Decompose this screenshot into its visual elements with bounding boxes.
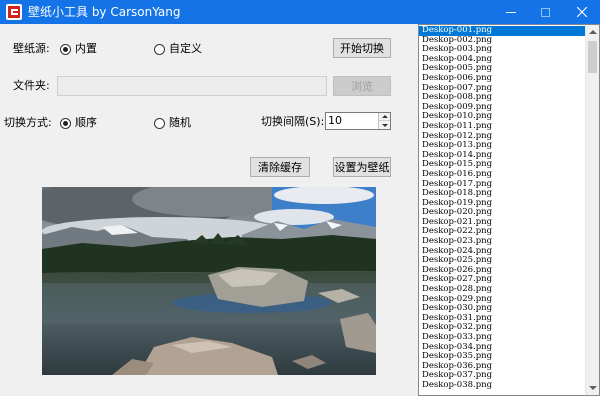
file-list-item[interactable]: Deskop-002.png (419, 36, 586, 46)
file-list-item[interactable]: Deskop-029.png (419, 295, 586, 305)
file-list-item[interactable]: Deskop-014.png (419, 151, 586, 161)
file-list-item[interactable]: Deskop-008.png (419, 93, 586, 103)
interval-spinbox[interactable]: 10 (325, 112, 391, 130)
clear-cache-button[interactable]: 清除缓存 (250, 157, 310, 177)
file-list-item[interactable]: Deskop-015.png (419, 160, 586, 170)
file-list-item[interactable]: Deskop-035.png (419, 352, 586, 362)
file-list-items: Deskop-001.png Deskop-002.png Deskop-003.p… (419, 26, 586, 391)
file-list-item[interactable]: Deskop-001.png (419, 26, 586, 36)
file-list-item[interactable]: Deskop-026.png (419, 266, 586, 276)
file-list-item[interactable]: Deskop-010.png (419, 112, 586, 122)
set-wallpaper-button[interactable]: 设置为壁纸 (333, 157, 391, 177)
file-list-item[interactable]: Deskop-005.png (419, 64, 586, 74)
spin-up-button[interactable] (378, 113, 390, 121)
mode-sequential-radio[interactable]: 顺序 (60, 116, 97, 130)
close-icon (577, 7, 587, 17)
file-list-item[interactable]: Deskop-027.png (419, 275, 586, 285)
maximize-button (528, 0, 562, 24)
minimize-button[interactable] (494, 0, 528, 24)
radio-unchecked-icon (154, 43, 165, 55)
file-list-item[interactable]: Deskop-019.png (419, 199, 586, 209)
file-list-item[interactable]: Deskop-033.png (419, 333, 586, 343)
maximize-icon (540, 7, 550, 17)
mode-random-radio[interactable]: 随机 (154, 116, 191, 130)
scroll-up-icon (588, 30, 597, 34)
file-list-item[interactable]: Deskop-032.png (419, 323, 586, 333)
radio-checked-icon (60, 117, 71, 129)
file-list-item[interactable]: Deskop-037.png (419, 371, 586, 381)
file-list-item[interactable]: Deskop-031.png (419, 314, 586, 324)
file-list-item[interactable]: Deskop-022.png (419, 227, 586, 237)
file-list-item[interactable]: Deskop-025.png (419, 256, 586, 266)
mode-label: 切换方式: (4, 116, 52, 129)
scroll-up-button[interactable] (586, 25, 599, 39)
arrow-down-icon (381, 123, 388, 127)
source-custom-radio[interactable]: 自定义 (154, 42, 202, 56)
file-list-item[interactable]: Deskop-018.png (419, 189, 586, 199)
file-list-item[interactable]: Deskop-012.png (419, 132, 586, 142)
file-list-item[interactable]: Deskop-036.png (419, 362, 586, 372)
file-list-item[interactable]: Deskop-028.png (419, 285, 586, 295)
radio-checked-icon (60, 43, 71, 55)
radio-label: 顺序 (75, 116, 97, 129)
spin-down-button[interactable] (378, 121, 390, 129)
browse-button[interactable]: 浏览 (333, 76, 391, 96)
file-list-item[interactable]: Deskop-017.png (419, 180, 586, 190)
file-list-item[interactable]: Deskop-038.png (419, 381, 586, 391)
interval-label: 切换间隔(S): (261, 115, 325, 128)
file-list-item[interactable]: Deskop-016.png (419, 170, 586, 180)
arrow-up-icon (381, 115, 388, 118)
file-list-item[interactable]: Deskop-023.png (419, 237, 586, 247)
radio-unchecked-icon (154, 117, 165, 129)
wallpaper-file-list[interactable]: Deskop-001.png Deskop-002.png Deskop-003.p… (418, 24, 600, 396)
window-title: 壁纸小工具 by CarsonYang (28, 5, 181, 19)
file-list-item[interactable]: Deskop-034.png (419, 343, 586, 353)
file-list-item[interactable]: Deskop-009.png (419, 103, 586, 113)
list-vertical-scrollbar[interactable] (585, 25, 599, 395)
source-builtin-radio[interactable]: 内置 (60, 42, 97, 56)
source-label: 壁纸源: (13, 42, 50, 55)
close-button[interactable] (565, 0, 599, 24)
file-list-item[interactable]: Deskop-006.png (419, 74, 586, 84)
file-list-item[interactable]: Deskop-013.png (419, 141, 586, 151)
main-panel: 壁纸源: 内置 自定义 开始切换 文件夹: 浏览 切换方式: 顺序 随机 切换间… (0, 24, 600, 396)
folder-path-input[interactable] (57, 76, 327, 96)
minimize-icon (506, 11, 516, 13)
interval-value[interactable]: 10 (328, 114, 342, 128)
app-icon (6, 4, 22, 20)
file-list-item[interactable]: Deskop-004.png (419, 55, 586, 65)
folder-label: 文件夹: (13, 79, 50, 92)
radio-label: 自定义 (169, 42, 202, 55)
radio-label: 随机 (169, 116, 191, 129)
scroll-thumb[interactable] (588, 41, 597, 73)
file-list-item[interactable]: Deskop-007.png (419, 84, 586, 94)
start-switch-button[interactable]: 开始切换 (333, 38, 391, 58)
scroll-down-icon (588, 386, 597, 390)
landscape-preview-image (42, 187, 376, 375)
file-list-item[interactable]: Deskop-024.png (419, 247, 586, 257)
title-bar[interactable]: 壁纸小工具 by CarsonYang (0, 0, 600, 24)
scroll-down-button[interactable] (586, 381, 599, 395)
file-list-item[interactable]: Deskop-021.png (419, 218, 586, 228)
file-list-item[interactable]: Deskop-011.png (419, 122, 586, 132)
file-list-item[interactable]: Deskop-003.png (419, 45, 586, 55)
radio-label: 内置 (75, 42, 97, 55)
file-list-item[interactable]: Deskop-030.png (419, 304, 586, 314)
file-list-item[interactable]: Deskop-020.png (419, 208, 586, 218)
